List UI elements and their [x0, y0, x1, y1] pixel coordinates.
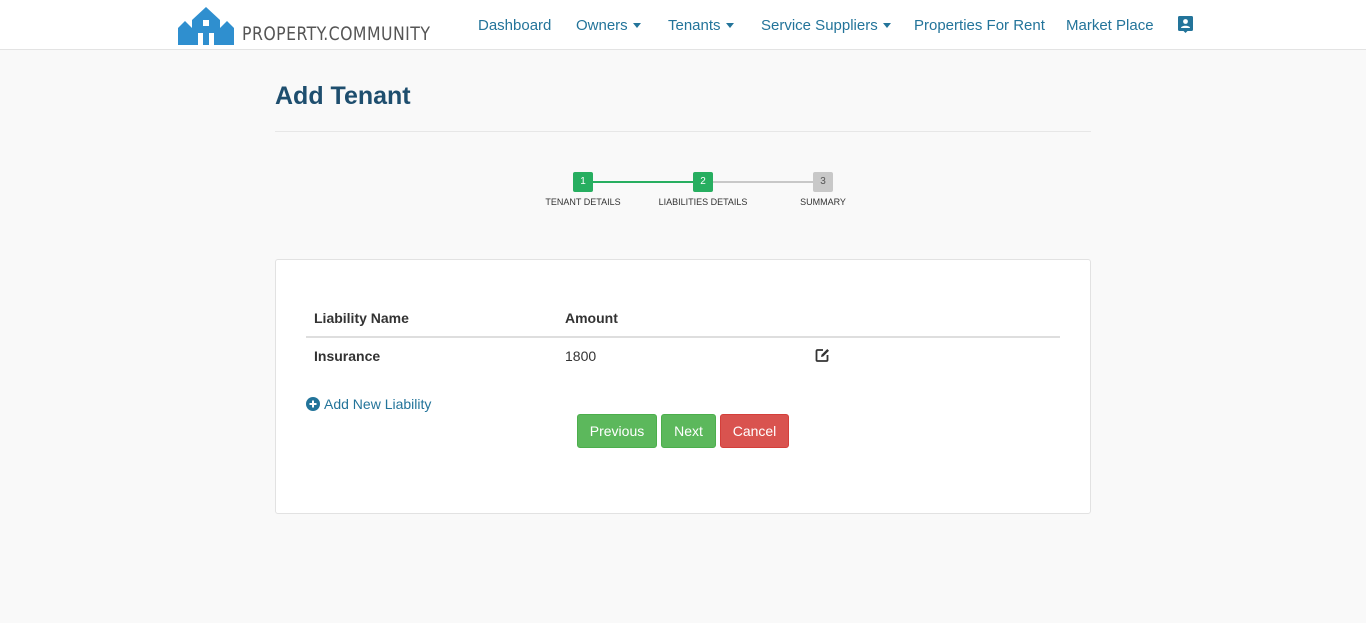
chevron-down-icon — [882, 22, 891, 28]
page-title: Add Tenant — [275, 82, 411, 110]
title-divider — [275, 131, 1091, 132]
cancel-button[interactable]: Cancel — [720, 414, 789, 448]
add-new-liability-link[interactable]: Add New Liability — [306, 396, 431, 412]
nav-owners-label[interactable]: Owners — [576, 17, 628, 34]
next-button[interactable]: Next — [661, 414, 716, 448]
liability-name-cell: Insurance — [314, 348, 381, 364]
nav-market-place-label[interactable]: Market Place — [1066, 17, 1154, 34]
step-1-label: TENANT DETAILS — [545, 197, 621, 207]
step-3-label: SUMMARY — [800, 197, 846, 207]
chevron-down-icon — [725, 22, 734, 28]
previous-button[interactable]: Previous — [577, 414, 657, 448]
nav-properties-for-rent-label[interactable]: Properties For Rent — [914, 17, 1045, 34]
nav-item-owners[interactable]: Owners — [576, 0, 641, 50]
top-navbar: PROPERTY.COMMUNITY Dashboard Owners Tena… — [0, 0, 1366, 50]
step-connector-pending — [713, 181, 813, 183]
house-logo-icon — [178, 7, 234, 45]
nav-item-service-suppliers[interactable]: Service Suppliers — [761, 0, 891, 50]
step-2-indicator: 2 — [693, 172, 713, 192]
nav-item-market-place[interactable]: Market Place — [1066, 0, 1154, 50]
nav-item-dashboard[interactable]: Dashboard — [478, 0, 551, 50]
edit-icon[interactable] — [815, 348, 830, 363]
table-header-divider — [306, 336, 1060, 338]
plus-circle-icon — [306, 397, 320, 411]
nav-item-properties-for-rent[interactable]: Properties For Rent — [914, 0, 1045, 50]
nav-service-suppliers-label[interactable]: Service Suppliers — [761, 17, 878, 34]
nav-tenants-label[interactable]: Tenants — [668, 17, 721, 34]
brand-name: PROPERTY.COMMUNITY — [242, 23, 431, 45]
column-header-liability-name: Liability Name — [314, 310, 409, 326]
brand-logo[interactable]: PROPERTY.COMMUNITY — [178, 4, 447, 46]
column-header-amount: Amount — [565, 310, 618, 326]
step-connector-complete — [593, 181, 693, 183]
step-2-label: LIABILITIES DETAILS — [658, 197, 748, 207]
nav-item-tenants[interactable]: Tenants — [668, 0, 734, 50]
nav-dashboard-label[interactable]: Dashboard — [478, 17, 551, 34]
liabilities-panel — [275, 259, 1091, 514]
step-1-indicator: 1 — [573, 172, 593, 192]
add-new-liability-label[interactable]: Add New Liability — [324, 396, 431, 412]
user-card-icon[interactable] — [1178, 16, 1193, 33]
liability-amount-cell: 1800 — [565, 348, 597, 364]
chevron-down-icon — [632, 22, 641, 28]
step-3-indicator: 3 — [813, 172, 833, 192]
